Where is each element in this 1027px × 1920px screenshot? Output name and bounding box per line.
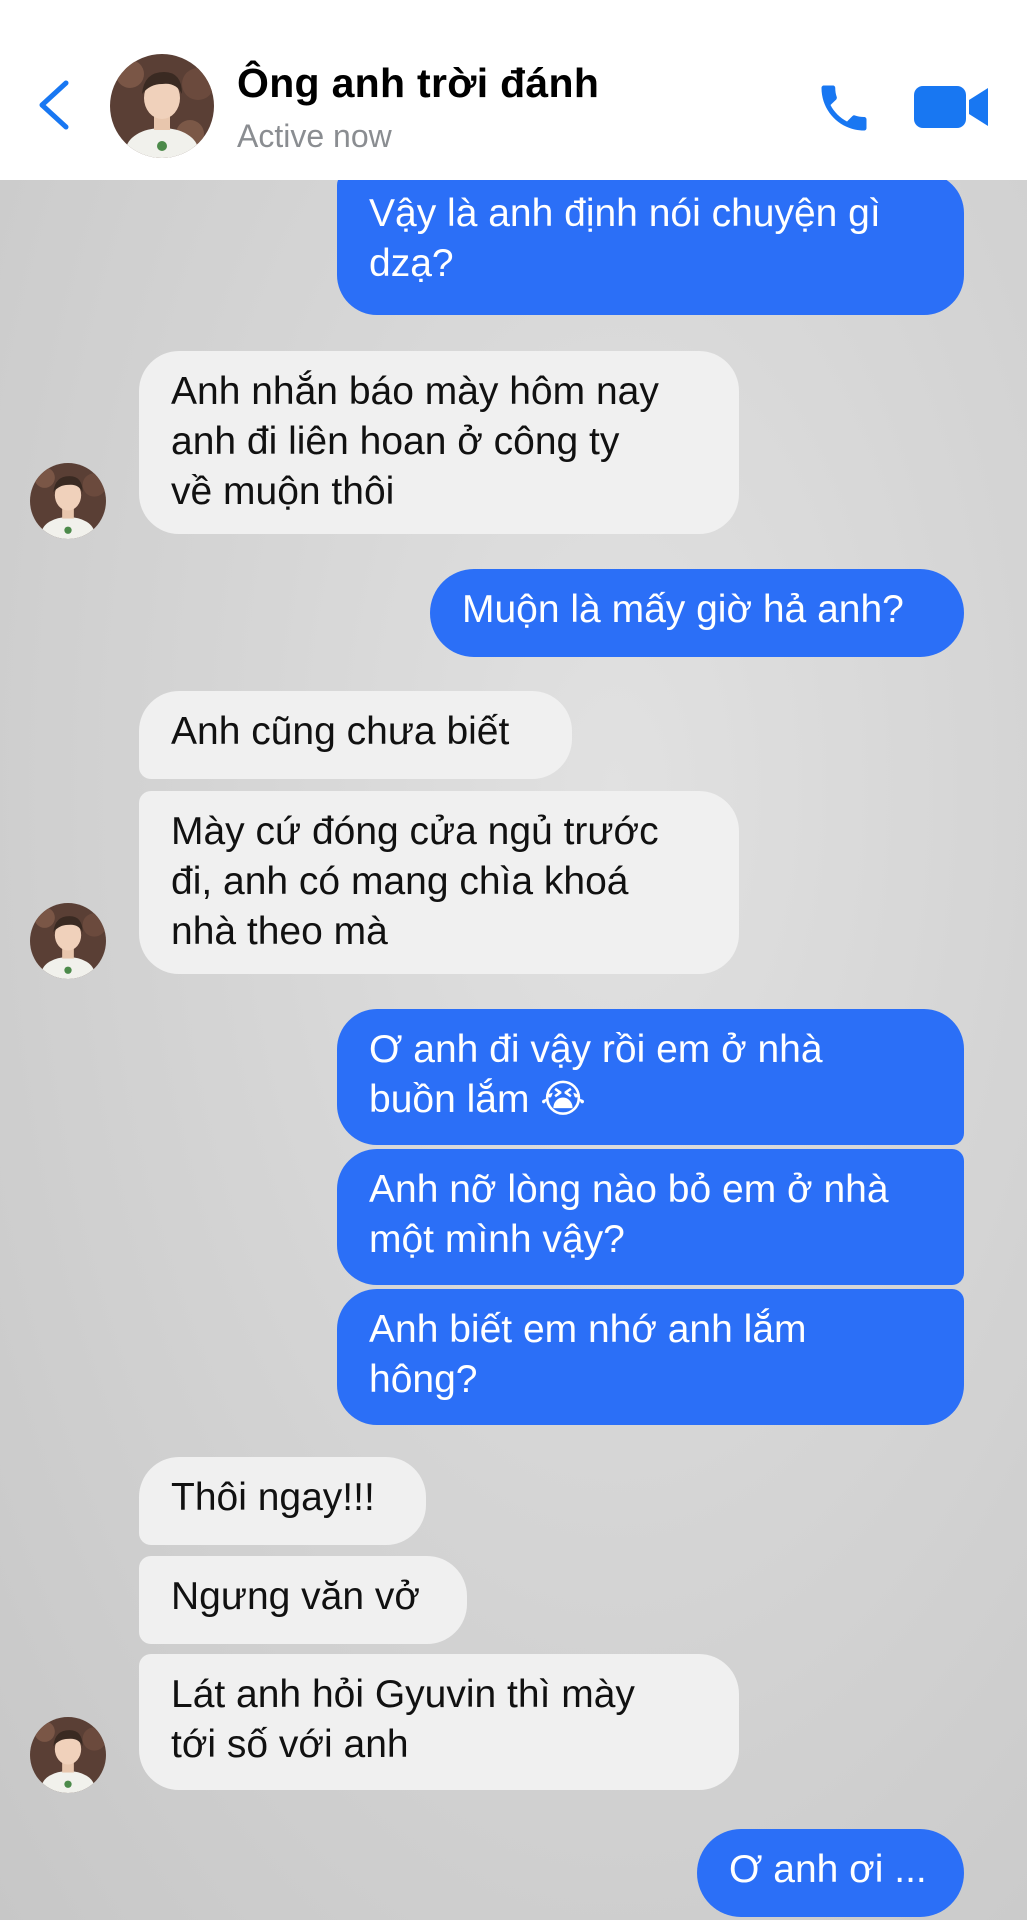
message-bubble-incoming[interactable]: Ngưng văn vở bbox=[139, 1556, 467, 1644]
video-call-button[interactable] bbox=[912, 82, 990, 132]
message-bubble-incoming[interactable]: Mày cứ đóng cửa ngủ trước đi, anh có man… bbox=[139, 791, 739, 974]
sender-avatar[interactable] bbox=[30, 1717, 106, 1793]
message-bubble-outgoing[interactable]: Muộn là mấy giờ hả anh? bbox=[430, 569, 964, 657]
avatar-photo bbox=[30, 903, 106, 979]
message-bubble-outgoing[interactable]: Vậy là anh định nói chuyện gì dzạ? bbox=[337, 180, 964, 315]
message-list[interactable]: Vậy là anh định nói chuyện gì dzạ? Anh n… bbox=[0, 180, 1027, 1920]
message-bubble-outgoing[interactable]: Ơ anh ơi ... bbox=[697, 1829, 964, 1917]
video-camera-icon bbox=[914, 86, 988, 128]
audio-call-button[interactable] bbox=[812, 78, 876, 138]
avatar-photo bbox=[30, 463, 106, 539]
sender-avatar[interactable] bbox=[30, 903, 106, 979]
active-status: Active now bbox=[237, 118, 392, 154]
contact-name[interactable]: Ông anh trời đánh bbox=[237, 60, 599, 107]
back-button[interactable] bbox=[30, 75, 80, 135]
message-bubble-outgoing[interactable]: Ơ anh đi vậy rồi em ở nhà buồn lắm 😭 bbox=[337, 1009, 964, 1145]
sender-avatar[interactable] bbox=[30, 463, 106, 539]
message-bubble-incoming[interactable]: Anh nhắn báo mày hôm nay anh đi liên hoa… bbox=[139, 351, 739, 534]
message-bubble-incoming[interactable]: Anh cũng chưa biết bbox=[139, 691, 572, 779]
contact-avatar[interactable] bbox=[110, 54, 214, 158]
chevron-left-icon bbox=[39, 80, 69, 130]
message-bubble-outgoing[interactable]: Anh biết em nhớ anh lắm hông? bbox=[337, 1289, 964, 1425]
phone-icon bbox=[821, 85, 867, 131]
avatar-photo bbox=[30, 1717, 106, 1793]
message-bubble-outgoing[interactable]: Anh nỡ lòng nào bỏ em ở nhà một mình vậy… bbox=[337, 1149, 964, 1285]
message-bubble-incoming[interactable]: Lát anh hỏi Gyuvin thì mày tới số với an… bbox=[139, 1654, 739, 1790]
message-bubble-incoming[interactable]: Thôi ngay!!! bbox=[139, 1457, 426, 1545]
avatar-photo bbox=[110, 54, 214, 158]
chat-header: Ông anh trời đánh Active now bbox=[0, 0, 1027, 180]
